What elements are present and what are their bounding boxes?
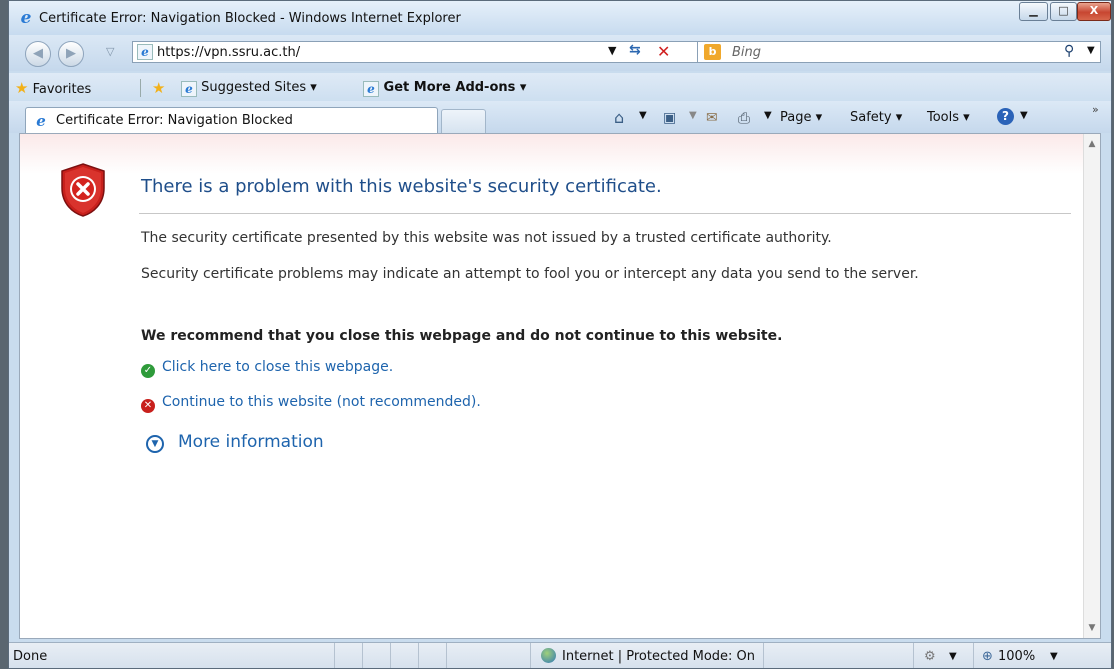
help-icon[interactable]: ? [997, 108, 1014, 125]
favorites-label: Favorites [32, 82, 92, 97]
recent-pages-dropdown[interactable]: ▽ [106, 45, 114, 58]
vertical-scrollbar[interactable]: ▲ ▼ [1083, 134, 1100, 638]
recommendation-text: We recommend that you close this webpage… [141, 328, 783, 344]
stop-icon[interactable]: ✕ [657, 42, 670, 61]
back-button[interactable]: ◀ [25, 41, 51, 67]
address-row: ◀ ▶ ▽ e https://vpn.ssru.ac.th/ ▼ ⇆ ✕ b … [9, 35, 1111, 71]
home-icon[interactable]: ⌂ [614, 108, 624, 127]
security-zone[interactable]: Internet | Protected Mode: On [530, 643, 763, 668]
search-icon[interactable]: ⚲ [1064, 43, 1074, 59]
zoom-level: 100% [998, 649, 1036, 664]
page-menu[interactable]: Page ▾ [780, 110, 822, 125]
minimize-button[interactable]: ▁ [1019, 2, 1048, 21]
settings-icon: ⚙ [924, 649, 936, 664]
address-dropdown-icon[interactable]: ▼ [608, 44, 616, 57]
status-cell [446, 643, 530, 668]
tools-menu-label: Tools [927, 110, 960, 125]
bing-icon: b [704, 44, 721, 60]
suggested-sites-label: Suggested Sites [201, 80, 307, 95]
search-options-icon[interactable]: ▼ [1087, 45, 1095, 56]
suggested-sites-icon: e [181, 81, 197, 97]
favorites-star-icon: ★ [15, 79, 29, 97]
safety-menu-label: Safety [850, 110, 892, 125]
close-webpage-label: Click here to close this webpage. [162, 359, 394, 375]
safety-menu[interactable]: Safety ▾ [850, 110, 902, 125]
window-title: Certificate Error: Navigation Blocked - … [39, 11, 461, 26]
unsafe-shield-icon: ✕ [141, 399, 155, 413]
security-warning: Security certificate problems may indica… [141, 266, 919, 282]
tab-ie-icon: e [36, 112, 46, 130]
safe-shield-icon: ✓ [141, 364, 155, 378]
close-button[interactable]: X [1077, 2, 1111, 21]
more-information-toggle[interactable]: ▼ More information [146, 432, 324, 453]
help-dropdown-icon[interactable]: ▼ [1020, 110, 1028, 121]
ie-window: e Certificate Error: Navigation Blocked … [8, 0, 1112, 669]
page-content: There is a problem with this website's s… [19, 133, 1101, 639]
continue-website-label: Continue to this website (not recommende… [162, 394, 481, 410]
close-webpage-link[interactable]: ✓ Click here to close this webpage. [141, 359, 393, 378]
status-cell [390, 643, 418, 668]
certificate-message: The security certificate presented by th… [141, 230, 832, 246]
suggested-sites-button[interactable]: e Suggested Sites ▾ [181, 79, 317, 97]
add-favorite-star-icon: ★ [152, 79, 166, 97]
forward-button[interactable]: ▶ [58, 41, 84, 67]
settings-dropdown-icon: ▼ [949, 651, 957, 662]
addons-icon: e [363, 81, 379, 97]
continue-website-link[interactable]: ✕ Continue to this website (not recommend… [141, 394, 481, 413]
page-icon: e [137, 44, 153, 60]
tab-certificate-error[interactable]: e Certificate Error: Navigation Blocked [25, 107, 438, 133]
status-text: Done [13, 649, 48, 664]
status-cell [763, 643, 913, 668]
address-url: https://vpn.ssru.ac.th/ [157, 45, 301, 60]
status-bar: Done Internet | Protected Mode: On ⚙ ▼ ⊕… [9, 642, 1111, 668]
status-cell [362, 643, 390, 668]
search-placeholder: Bing [732, 45, 762, 60]
page-heading: There is a problem with this website's s… [141, 176, 662, 197]
feeds-icon[interactable]: ▣ [663, 110, 676, 126]
home-dropdown-icon[interactable]: ▼ [639, 110, 647, 121]
page-menu-label: Page [780, 110, 812, 125]
tab-title: Certificate Error: Navigation Blocked [56, 113, 293, 128]
feeds-dropdown-icon[interactable]: ▼ [689, 110, 697, 121]
zoom-icon: ⊕ [982, 649, 993, 664]
favorites-button[interactable]: ★ Favorites [15, 79, 91, 97]
title-bar: e Certificate Error: Navigation Blocked … [9, 1, 1111, 35]
new-tab-button[interactable] [441, 109, 486, 133]
status-cell [418, 643, 446, 668]
protected-mode-settings[interactable]: ⚙ ▼ [913, 643, 973, 668]
add-to-favorites-bar-button[interactable]: ★ [152, 79, 165, 97]
zoom-control[interactable]: ⊕ 100% ▼ [973, 643, 1067, 668]
favorites-bar: ★ Favorites ★ e Suggested Sites ▾ e Get … [9, 73, 1111, 101]
maximize-button[interactable]: □ [1050, 2, 1077, 21]
zone-text: Internet | Protected Mode: On [562, 649, 756, 664]
print-dropdown-icon[interactable]: ▼ [764, 110, 772, 121]
mail-icon[interactable]: ✉ [706, 110, 718, 126]
expand-chevron-icon: ▼ [146, 435, 164, 453]
refresh-icon[interactable]: ⇆ [629, 42, 641, 58]
tab-command-row: e Certificate Error: Navigation Blocked … [9, 101, 1111, 133]
heading-divider [139, 213, 1071, 214]
more-information-label: More information [178, 432, 324, 452]
ie-logo-icon: e [20, 8, 32, 28]
scroll-down-arrow-icon[interactable]: ▼ [1084, 620, 1100, 636]
address-bar[interactable]: e https://vpn.ssru.ac.th/ ▼ ⇆ ✕ [132, 41, 700, 63]
print-icon[interactable]: ⎙ [738, 109, 750, 127]
addons-label: Get More Add-ons [383, 80, 516, 95]
get-addons-button[interactable]: e Get More Add-ons ▾ [363, 79, 526, 97]
favorites-divider [140, 79, 141, 97]
toolbar-overflow-icon[interactable]: » [1092, 103, 1099, 116]
globe-icon [541, 648, 556, 663]
tools-menu[interactable]: Tools ▾ [927, 110, 970, 125]
scroll-up-arrow-icon[interactable]: ▲ [1084, 136, 1100, 152]
zoom-dropdown-icon: ▼ [1050, 651, 1058, 662]
status-cell [334, 643, 362, 668]
error-shield-icon [61, 163, 105, 217]
search-input[interactable]: b Bing ⚲ ▼ [697, 41, 1101, 63]
